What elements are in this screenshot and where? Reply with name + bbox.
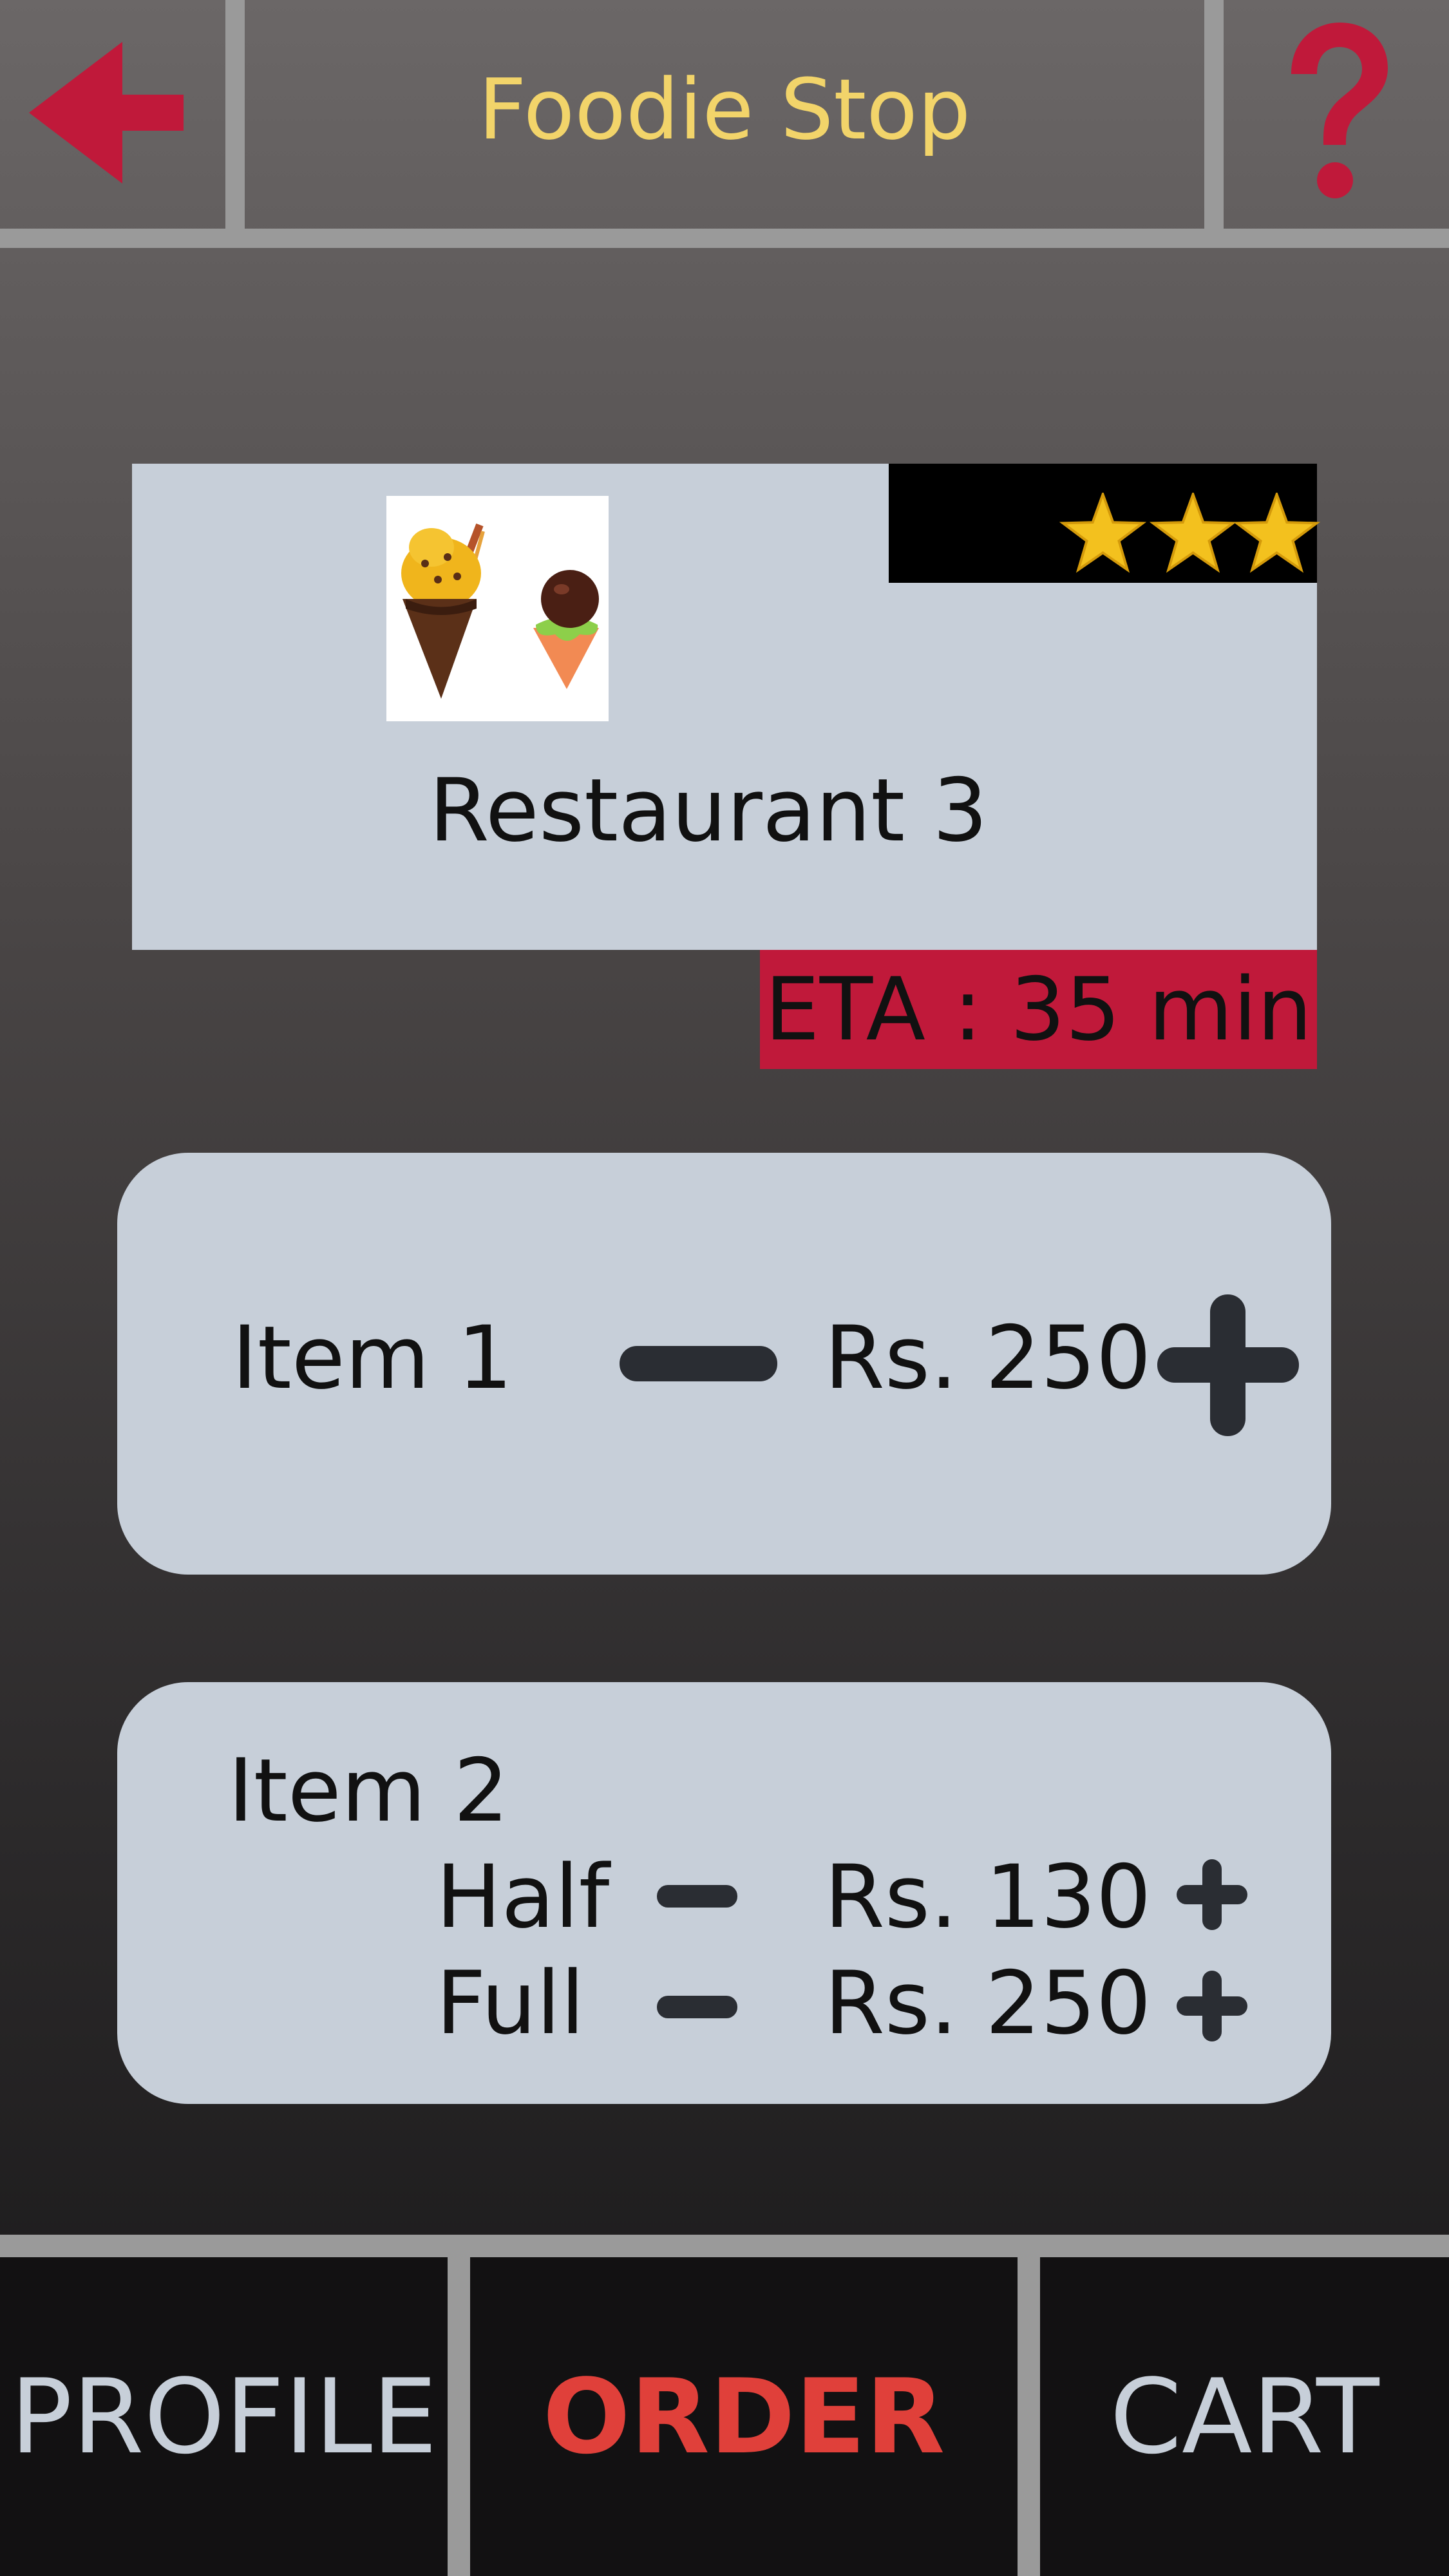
star-icon <box>1150 493 1236 573</box>
item-name: Item 1 <box>232 1307 513 1408</box>
restaurant-name: Restaurant 3 <box>429 760 988 861</box>
star-icon <box>1059 493 1146 573</box>
item-card: Item 1 Rs. 250 <box>117 1153 1331 1575</box>
nav-divider <box>1018 2257 1040 2576</box>
minus-icon <box>657 1996 737 2018</box>
variant-price: Rs. 130 <box>824 1846 1151 1947</box>
back-button[interactable] <box>0 0 225 225</box>
item-card: Item 2 Half Rs. 130 Full Rs. 250 <box>117 1682 1331 2104</box>
question-mark-icon <box>1291 23 1388 198</box>
item-name: Item 2 <box>228 1740 509 1841</box>
increase-button[interactable] <box>1157 1294 1299 1436</box>
plus-icon <box>1157 1294 1299 1436</box>
decrease-button[interactable] <box>657 1885 737 1908</box>
food-image <box>386 496 609 721</box>
arrow-left-icon <box>29 42 184 184</box>
variant-size: Full <box>436 1953 585 2054</box>
minus-icon <box>620 1346 777 1381</box>
header-divider-right <box>1204 0 1224 229</box>
ice-cream-cones-image <box>401 523 599 699</box>
plus-icon <box>1177 1971 1247 2041</box>
tab-order[interactable]: ORDER <box>470 2257 1018 2576</box>
minus-icon <box>657 1885 737 1908</box>
tab-cart[interactable]: CART <box>1040 2257 1449 2576</box>
restaurant-card[interactable]: Restaurant 3 <box>132 464 1320 950</box>
plus-icon <box>1177 1859 1247 1930</box>
header-bottom-divider <box>0 229 1449 248</box>
variant-price: Rs. 250 <box>824 1953 1151 2054</box>
decrease-button[interactable] <box>657 1996 737 2018</box>
item-price: Rs. 250 <box>824 1307 1151 1408</box>
star-icon <box>1233 493 1320 573</box>
rating-box <box>889 464 1320 583</box>
nav-divider <box>448 2257 470 2576</box>
help-button[interactable] <box>1224 0 1449 225</box>
nav-top-divider <box>0 2235 1449 2257</box>
app-title: Foodie Stop <box>478 61 971 158</box>
eta-badge: ETA : 35 min <box>760 950 1317 1069</box>
tab-profile[interactable]: PROFILE <box>0 2257 448 2576</box>
variant-size: Half <box>436 1846 610 1947</box>
decrease-button[interactable] <box>620 1346 777 1381</box>
increase-button[interactable] <box>1177 1971 1247 2041</box>
header-divider-left <box>225 0 245 229</box>
increase-button[interactable] <box>1177 1859 1247 1930</box>
